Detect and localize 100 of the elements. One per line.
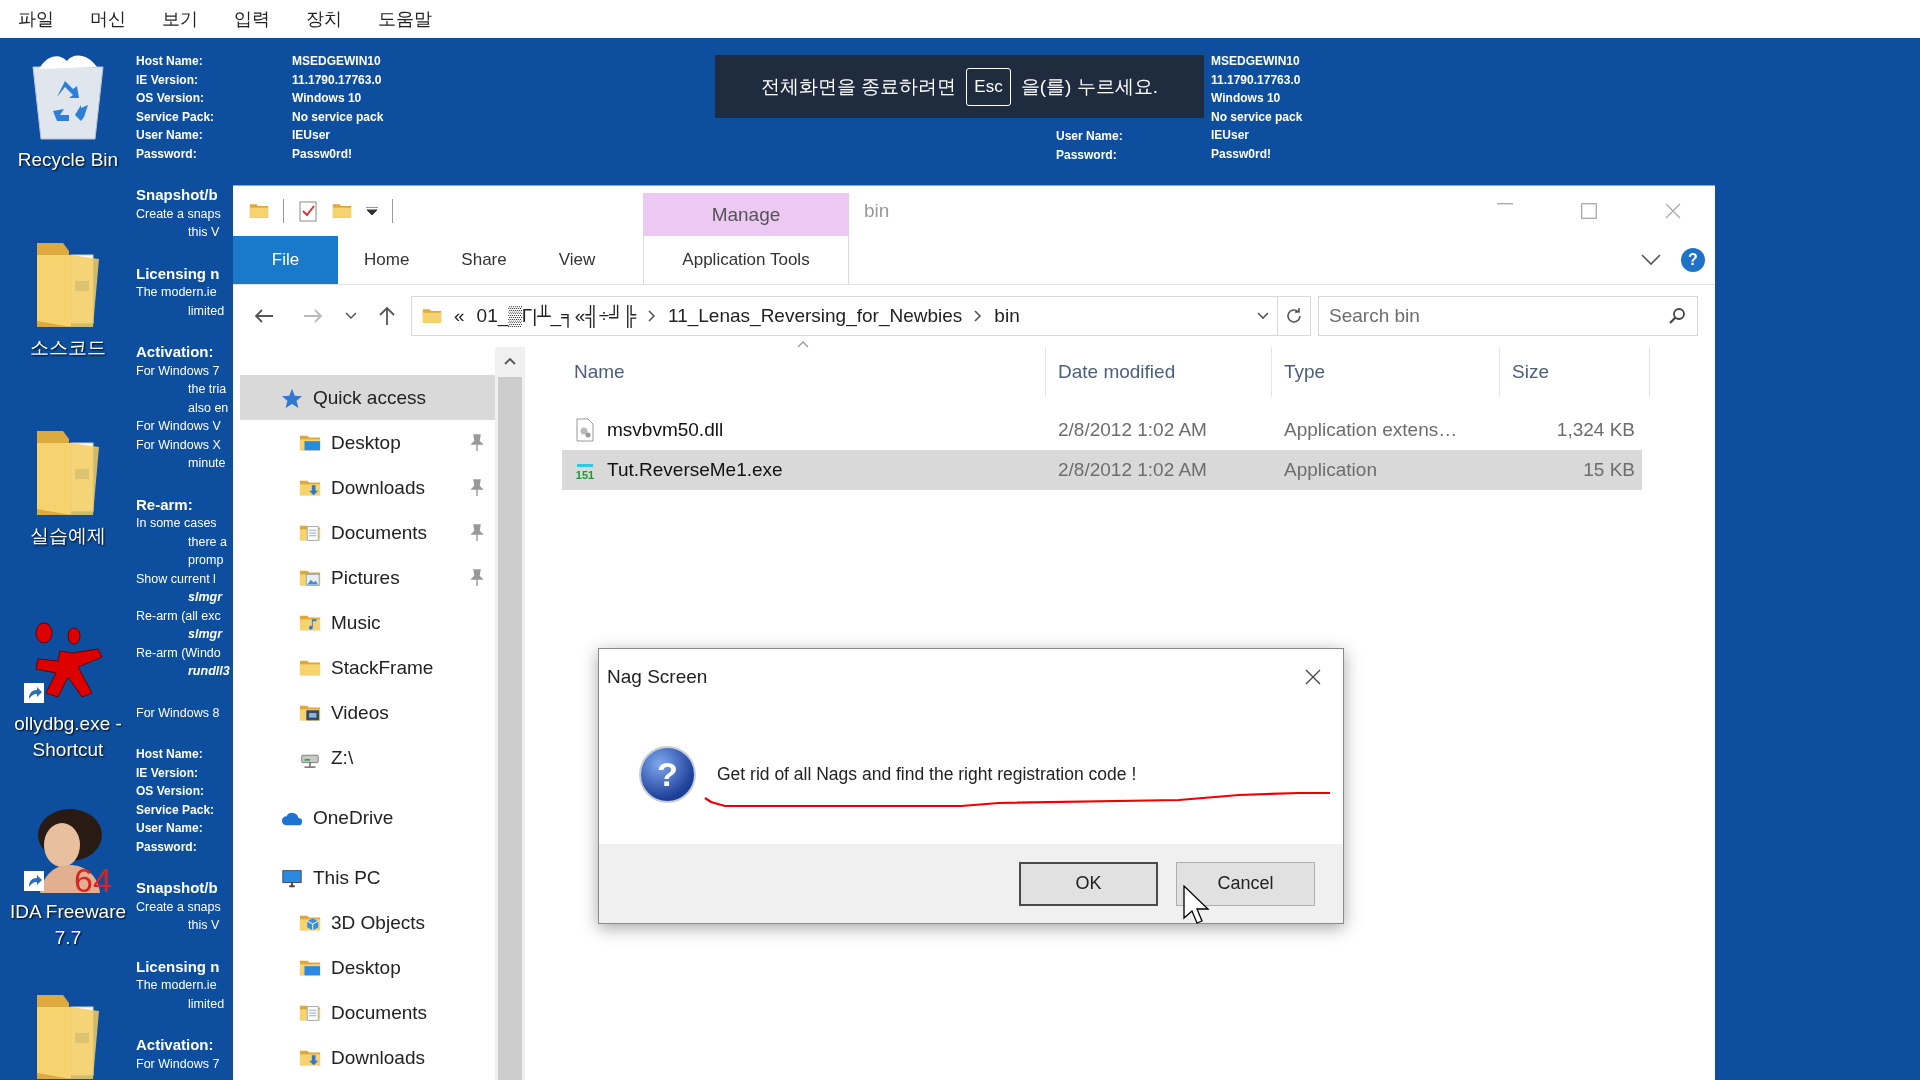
info-heading: Re-arm:: [136, 495, 194, 514]
column-header[interactable]: Date modified: [1046, 347, 1272, 397]
info-value: 11.1790.17763.0: [292, 71, 382, 89]
pin-icon[interactable]: [469, 568, 485, 587]
menu-item[interactable]: 머신: [90, 7, 126, 31]
info-text: the tria: [187, 381, 228, 398]
desktop-icon-label[interactable]: IDA Freeware 7.7: [4, 899, 132, 951]
folder-icon: [35, 241, 101, 329]
info-value: MSEDGEWIN10: [1211, 53, 1300, 70]
file-row[interactable]: 151 Tut.ReverseMe1.exe 2/8/2012 1:02 AM Application 15 KB: [562, 450, 1642, 490]
info-value: IEUser: [1211, 127, 1250, 144]
search-icon[interactable]: [1668, 307, 1686, 325]
file-row[interactable]: msvbvm50.dll 2/8/2012 1:02 AM Application extens… 1,324 KB: [562, 410, 1642, 450]
nav-item[interactable]: Downloads: [240, 1035, 495, 1080]
info-label: User Name:: [136, 127, 204, 144]
nav-item[interactable]: Desktop: [240, 420, 495, 465]
info-value: MSEDGEWIN10: [292, 53, 381, 70]
menu-item[interactable]: 보기: [162, 7, 198, 31]
help-icon[interactable]: ?: [1681, 248, 1705, 272]
info-text: promp: [187, 552, 225, 569]
type-cell-text: Application: [1283, 459, 1378, 481]
info-text: slmgr: [187, 626, 224, 643]
info-text: rundll3: [187, 663, 231, 680]
info-label: Service Pack:: [136, 801, 216, 819]
chevron-down-icon[interactable]: [345, 312, 357, 320]
nav-item[interactable]: 3D Objects: [240, 900, 495, 945]
breadcrumb[interactable]: 01_▒Γ|╨_╕«╣÷╝╠: [476, 305, 636, 327]
info-value: 11.1790.17763.0: [1211, 71, 1301, 89]
chevron-right-icon: [648, 310, 656, 322]
desktop-icon-label[interactable]: ollydbg.exe - Shortcut: [4, 711, 132, 763]
info-text: limited: [187, 995, 226, 1013]
scroll-up-icon[interactable]: [504, 357, 516, 365]
info-heading: Activation:: [136, 1036, 215, 1055]
dialog-message: Get rid of all Nags and find the right registration code !: [717, 763, 1137, 785]
type-cell-text: Application extens…: [1283, 419, 1459, 441]
address-bar[interactable]: « 01_▒Γ|╨_╕«╣÷╝╠ 11_Lenas_Reversing_for_Newbies bin: [411, 296, 1278, 336]
pin-icon[interactable]: [469, 523, 485, 542]
nav-item[interactable]: Videos: [240, 690, 495, 735]
nav-item[interactable]: Desktop: [240, 945, 495, 990]
refresh-icon[interactable]: [1285, 307, 1303, 325]
info-heading: Snapshot/b: [136, 186, 219, 205]
column-header[interactable]: Size: [1500, 347, 1650, 397]
menu-item[interactable]: 입력: [234, 7, 270, 31]
desktop-icon-label[interactable]: 실습예제: [4, 523, 132, 549]
ribbon-tab[interactable]: Application Tools: [643, 236, 849, 284]
file-name: Tut.ReverseMe1.exe: [607, 459, 783, 481]
ribbon-tab[interactable]: View: [532, 236, 622, 284]
dialog-button[interactable]: OK: [1019, 861, 1158, 906]
desktop-icon-label[interactable]: Recycle Bin: [4, 147, 132, 173]
nav-item[interactable]: Z:\: [240, 735, 495, 780]
info-text: The modern.ie: [136, 284, 218, 301]
nav-item[interactable]: Documents: [240, 510, 495, 555]
notice-text: 을(를) 누르세요.: [1020, 74, 1158, 99]
back-arrow-icon[interactable]: [254, 308, 274, 324]
nav-item[interactable]: This PC: [240, 855, 495, 900]
info-text: slmgr: [187, 589, 224, 606]
chevron-right-icon: [974, 310, 983, 322]
ribbon-tab[interactable]: Home: [338, 236, 436, 284]
column-header[interactable]: Type: [1272, 347, 1500, 397]
info-text: Create a snaps: [136, 205, 222, 223]
nav-item[interactable]: Downloads: [240, 465, 495, 510]
chevron-down-icon[interactable]: [1641, 254, 1661, 266]
pin-icon[interactable]: [469, 433, 485, 452]
nav-item[interactable]: Quick access: [240, 375, 495, 420]
column-header[interactable]: Name: [562, 347, 1046, 397]
nav-item[interactable]: Documents: [240, 990, 495, 1035]
chevron-down-icon[interactable]: [1257, 312, 1269, 320]
menu-item[interactable]: 도움말: [378, 7, 432, 31]
dialog-button[interactable]: Cancel: [1176, 861, 1315, 906]
info-heading: Snapshot/b: [136, 879, 219, 898]
nav-item[interactable]: Music: [240, 600, 495, 645]
info-text: Create a snaps: [136, 898, 222, 916]
date-cell-text: 2/8/2012 1:02 AM: [1057, 419, 1208, 441]
dropdown-caret-icon[interactable]: [366, 207, 378, 215]
info-text: there a: [187, 533, 228, 551]
menu-item[interactable]: 파일: [18, 7, 54, 31]
nav-item[interactable]: StackFrame: [240, 645, 495, 690]
ribbon-tab[interactable]: File: [233, 236, 338, 284]
desktop-icon-label[interactable]: 소스코드: [4, 335, 132, 361]
breadcrumb[interactable]: bin: [994, 305, 1020, 327]
info-value: Passw0rd!: [1211, 145, 1272, 163]
pin-icon[interactable]: [469, 478, 485, 497]
close-icon[interactable]: [1305, 668, 1321, 685]
info-value: IEUser: [292, 127, 331, 144]
overflow-mark[interactable]: «: [454, 305, 465, 327]
nav-item[interactable]: Pictures: [240, 555, 495, 600]
scrollbar[interactable]: [495, 347, 525, 1080]
ribbon-tab[interactable]: Share: [435, 236, 533, 284]
search-field[interactable]: Search bin: [1318, 296, 1698, 336]
nav-item[interactable]: OneDrive: [240, 795, 495, 840]
menu-item[interactable]: 장치: [306, 7, 342, 31]
file-name: msvbvm50.dll: [607, 419, 724, 441]
info-label: IE Version:: [136, 764, 200, 782]
info-value: Passw0rd!: [292, 145, 353, 163]
properties-icon[interactable]: [298, 200, 318, 222]
up-arrow-icon[interactable]: [378, 306, 396, 326]
info-text: Re-arm (Windo: [136, 644, 222, 662]
info-text: For Windows 8: [136, 704, 221, 722]
info-label: Password:: [136, 838, 198, 856]
breadcrumb[interactable]: 11_Lenas_Reversing_for_Newbies: [668, 305, 963, 327]
